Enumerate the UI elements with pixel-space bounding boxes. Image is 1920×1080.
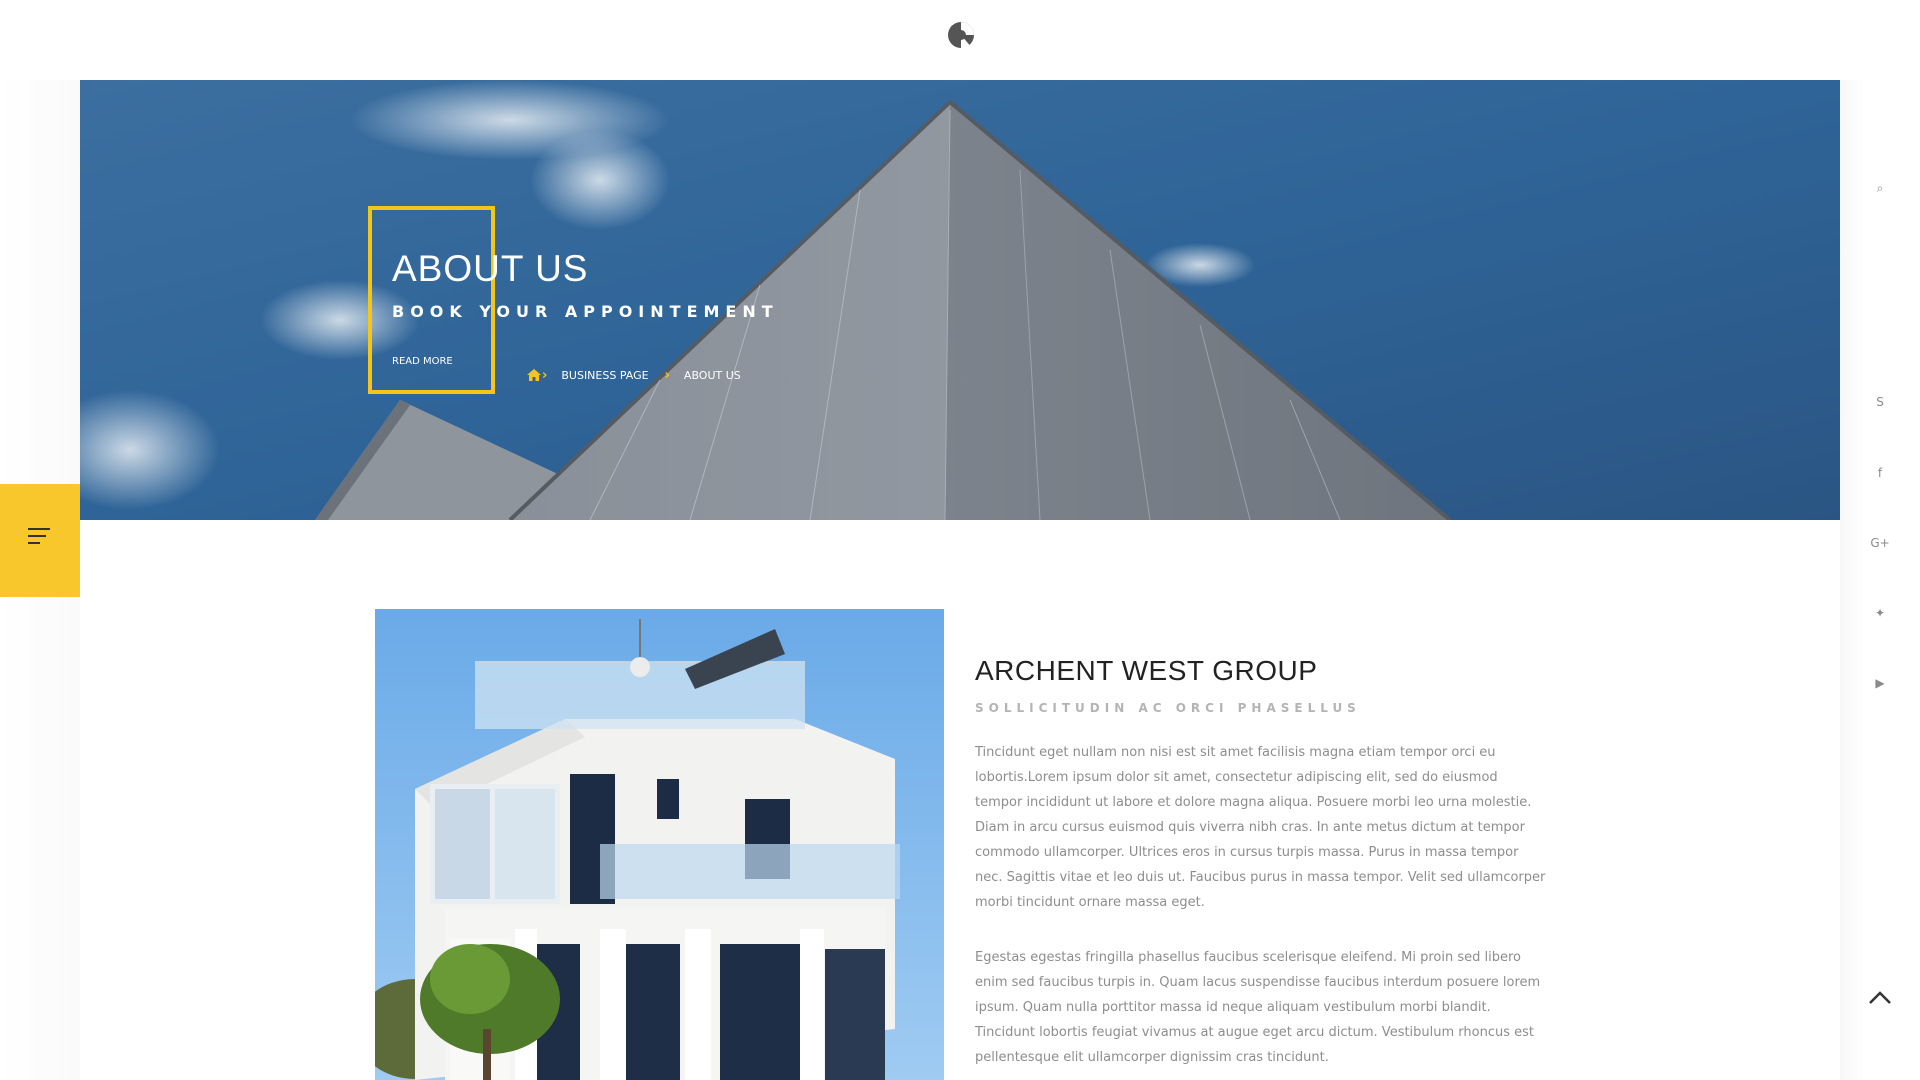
- hero-background-image: [80, 80, 1840, 520]
- home-icon[interactable]: [526, 368, 542, 382]
- google-plus-icon[interactable]: G+: [1868, 531, 1892, 555]
- body-paragraph: Tincidunt eget nullam non nisi est sit a…: [975, 745, 1546, 910]
- skype-icon[interactable]: S: [1868, 390, 1892, 414]
- hero-banner: ABOUT US BOOK YOUR APPOINTEMENT READ MOR…: [80, 80, 1840, 520]
- building-photo: [375, 609, 944, 1080]
- breadcrumb: › BUSINESS PAGE › ABOUT US: [526, 368, 741, 383]
- chevron-right-icon: ›: [542, 368, 548, 383]
- youtube-icon[interactable]: ▶: [1868, 671, 1892, 695]
- facebook-icon[interactable]: f: [1868, 461, 1892, 485]
- breadcrumb-about-us: ABOUT US: [683, 369, 741, 382]
- page-subtitle: BOOK YOUR APPOINTEMENT: [392, 302, 779, 321]
- section-subtitle: SOLLICITUDIN AC ORCI PHASELLUS: [975, 701, 1361, 715]
- read-more-link[interactable]: READ MORE: [392, 356, 453, 367]
- page-title: ABOUT US: [392, 248, 589, 289]
- search-icon[interactable]: ⌕: [1868, 176, 1892, 200]
- breadcrumb-business-page[interactable]: BUSINESS PAGE: [561, 369, 648, 382]
- body-paragraph: Egestas egestas fringilla phasellus fauc…: [975, 950, 1541, 1065]
- logo-icon[interactable]: [946, 20, 976, 50]
- section-title: ARCHENT WEST GROUP: [975, 655, 1318, 686]
- top-bar: [0, 0, 1920, 80]
- menu-toggle-button[interactable]: [0, 484, 80, 597]
- chevron-right-icon: ›: [664, 368, 670, 383]
- chevron-up-icon[interactable]: [1866, 988, 1894, 1008]
- twitter-icon[interactable]: ✦: [1868, 601, 1892, 625]
